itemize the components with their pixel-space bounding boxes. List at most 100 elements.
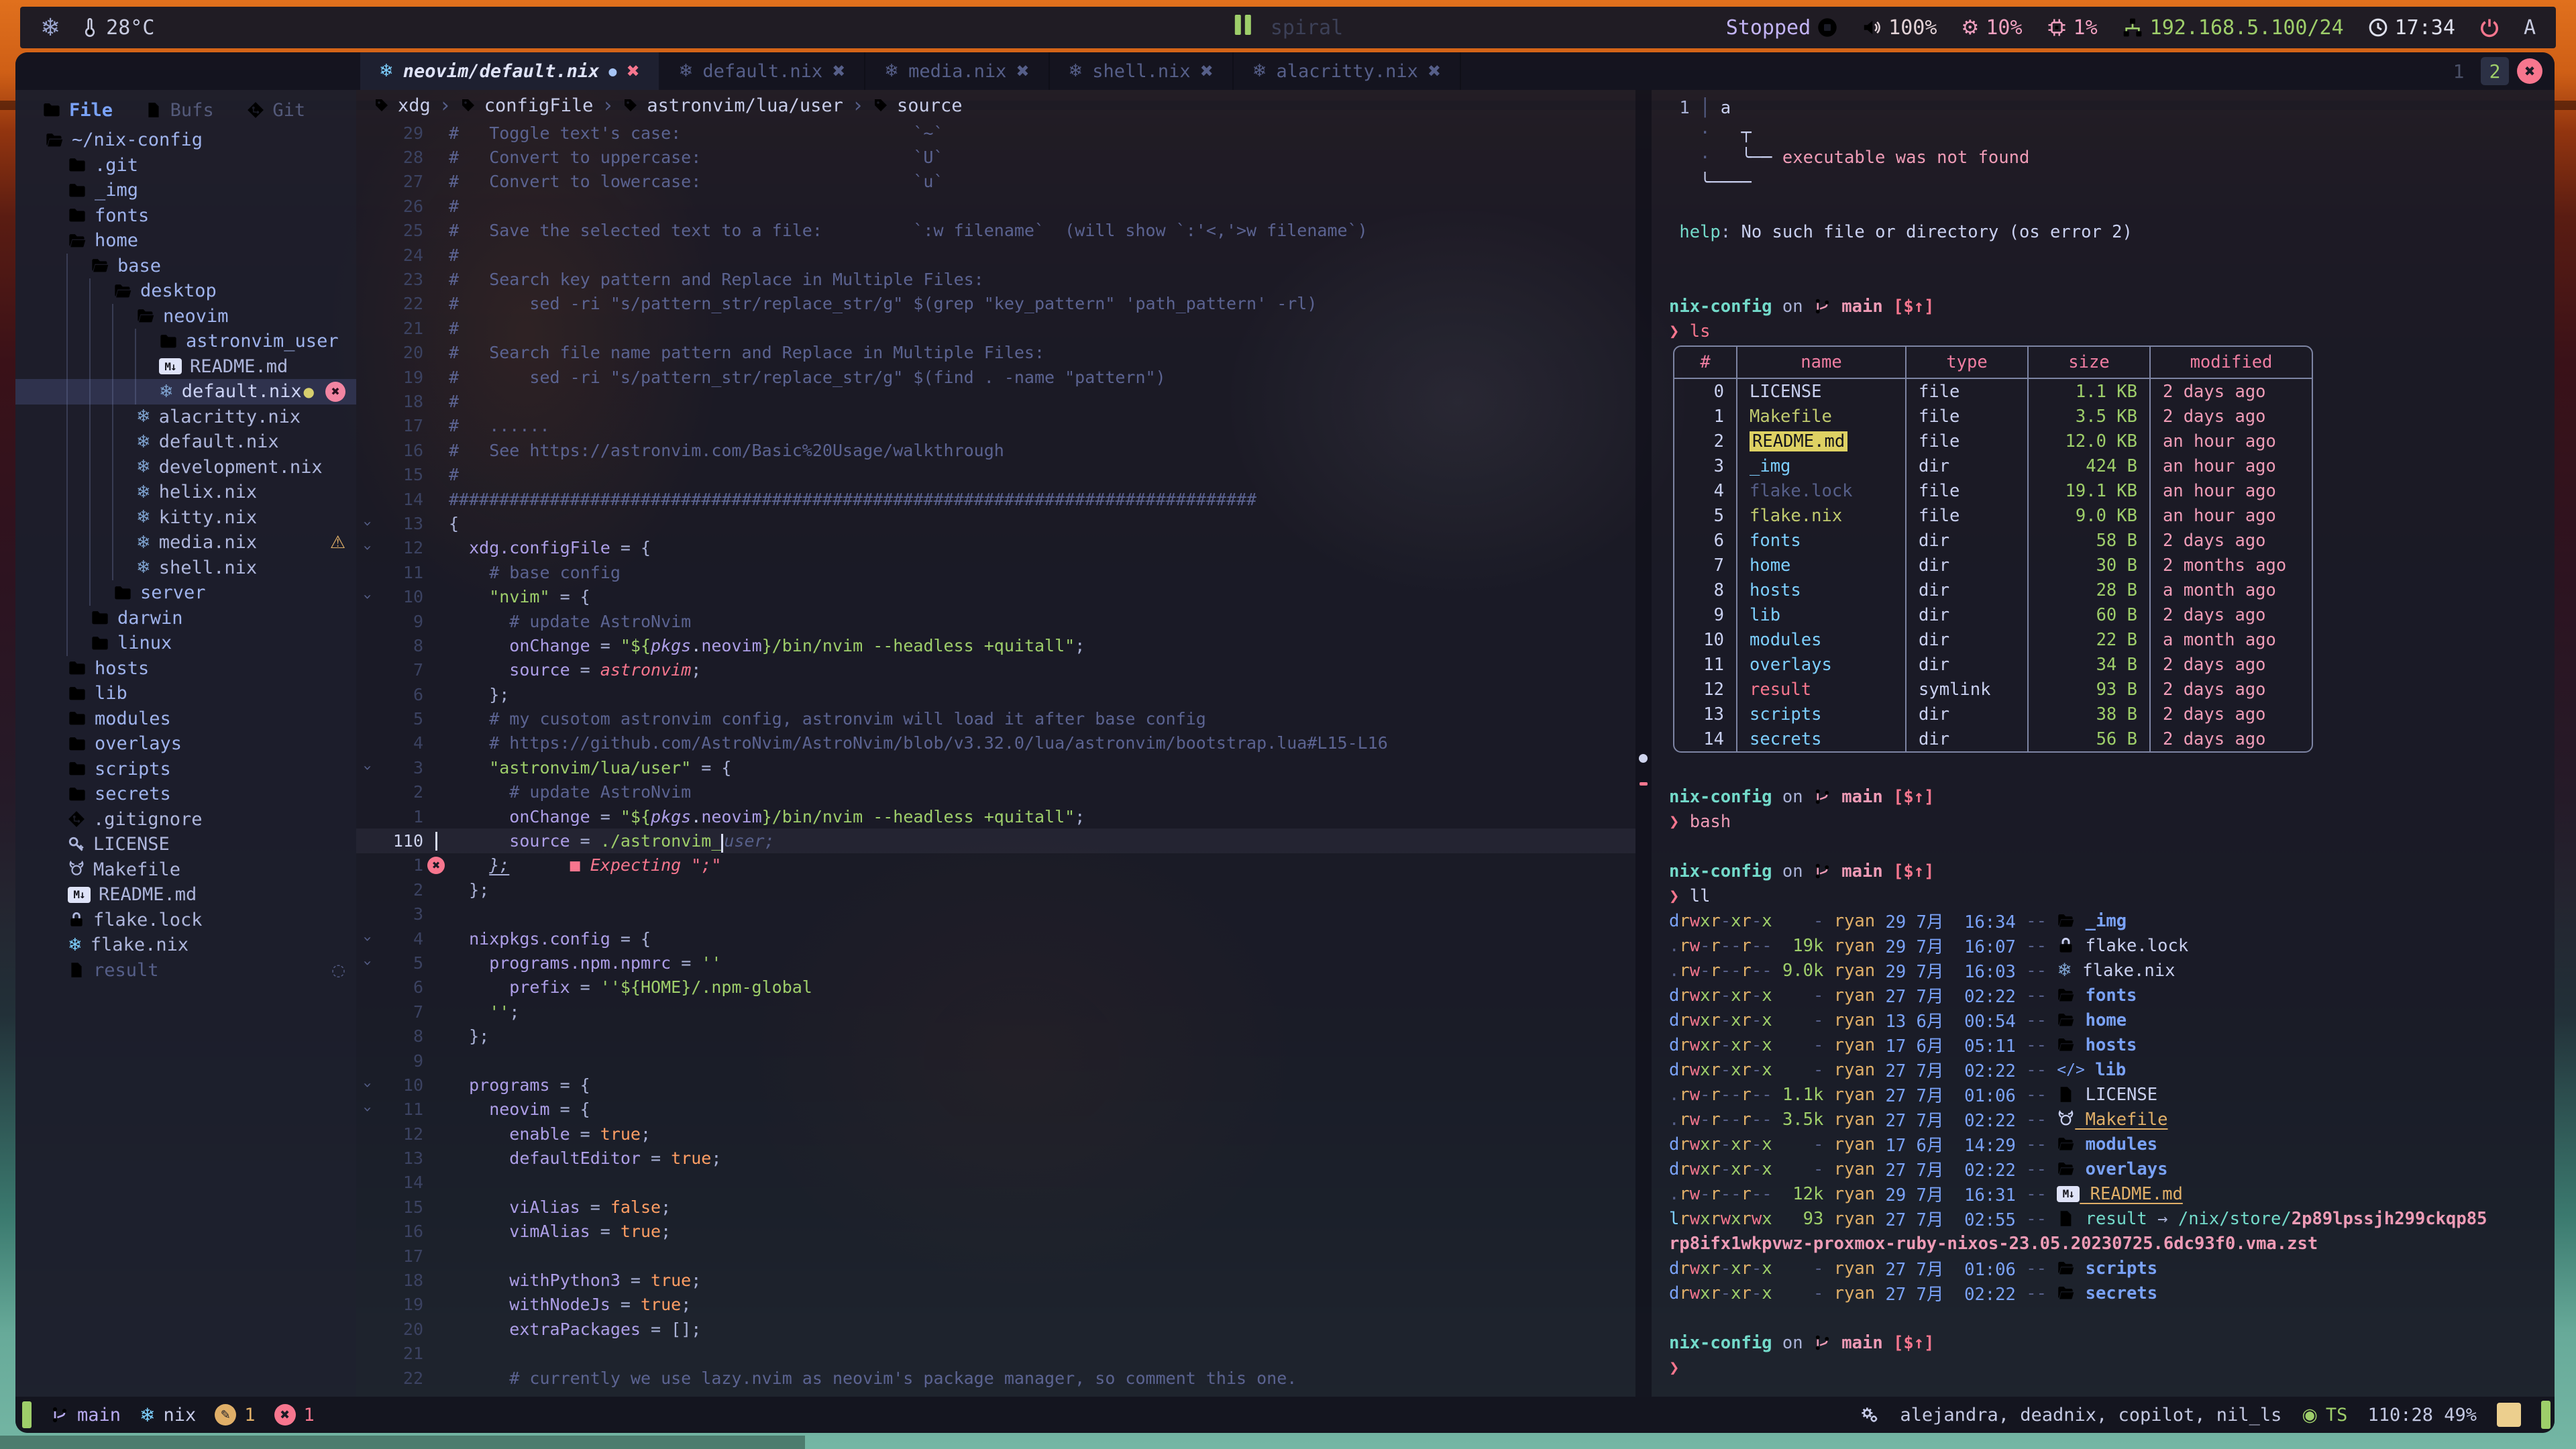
code-line[interactable]: 19# sed -ri "s/pattern_str/replace_str/g… xyxy=(356,365,1635,389)
code-buffer[interactable]: 29# Toggle text's case: `~`28# Convert t… xyxy=(356,121,1635,1397)
code-line[interactable]: 28# Convert to uppercase: `U` xyxy=(356,145,1635,169)
explorer-tab-file[interactable]: File xyxy=(42,100,145,121)
code-line[interactable]: 17# ...... xyxy=(356,414,1635,438)
code-line[interactable]: 19 withNodeJs = true; xyxy=(356,1293,1635,1317)
tree-row[interactable]: desktop xyxy=(15,278,356,304)
close-icon[interactable]: ✖ xyxy=(1428,62,1441,80)
tree-row[interactable]: flake.lock xyxy=(15,908,356,933)
fold-marker[interactable]: › xyxy=(356,588,379,605)
tree-row[interactable]: fonts xyxy=(15,203,356,229)
explorer-tab-git[interactable]: Git xyxy=(247,100,350,121)
code-line[interactable]: 9 xyxy=(356,1049,1635,1073)
code-line[interactable]: 14 xyxy=(356,1171,1635,1195)
code-line[interactable]: 21 xyxy=(356,1342,1635,1366)
tree-row[interactable]: lib xyxy=(15,681,356,706)
code-line[interactable]: 13 defaultEditor = true; xyxy=(356,1146,1635,1170)
tree-row[interactable]: .gitignore xyxy=(15,807,356,833)
tree-row[interactable]: home xyxy=(15,228,356,254)
breadcrumb-item[interactable]: astronvim/lua/user xyxy=(647,95,843,116)
code-line[interactable]: 5 # my cusotom astronvim config, astronv… xyxy=(356,706,1635,731)
code-line[interactable]: 18# xyxy=(356,389,1635,413)
code-line[interactable]: 9 # update AstroNvim xyxy=(356,609,1635,633)
buffer-tab[interactable]: ❄neovim/default.nix●✖ xyxy=(360,52,660,90)
cpu-widget[interactable]: 1% xyxy=(2047,16,2098,40)
tree-row[interactable]: overlays xyxy=(15,731,356,757)
explorer-tab-bufs[interactable]: Bufs xyxy=(145,100,248,121)
tree-row[interactable]: modules xyxy=(15,706,356,732)
fold-marker[interactable]: › xyxy=(356,539,379,556)
tree-row[interactable]: neovim xyxy=(15,304,356,329)
code-line[interactable]: ›11 neovim = { xyxy=(356,1097,1635,1122)
code-line[interactable]: 15# xyxy=(356,462,1635,486)
code-line[interactable]: 1✖ }; ■ Expecting ";" xyxy=(356,853,1635,877)
network-widget[interactable]: 192.168.5.100/24 xyxy=(2122,16,2344,40)
code-line[interactable]: 15 viAlias = false; xyxy=(356,1195,1635,1219)
tab-page-number[interactable]: 2 xyxy=(2481,57,2509,85)
code-line[interactable]: 110 source = ./astronvim_user; xyxy=(356,828,1635,853)
tree-row[interactable]: secrets xyxy=(15,782,356,807)
keyboard-layout-indicator[interactable]: A xyxy=(2524,16,2536,40)
gpu-widget[interactable]: ⚙ 10% xyxy=(1961,16,2022,40)
terminal-pane[interactable]: 1 │ a · ┬ · ╰── executable was not found… xyxy=(1652,90,2555,1397)
tree-row[interactable]: base xyxy=(15,254,356,279)
code-line[interactable]: 12 enable = true; xyxy=(356,1122,1635,1146)
code-line[interactable]: 3 xyxy=(356,902,1635,926)
code-line[interactable]: ›5 programs.npm.npmrc = '' xyxy=(356,951,1635,975)
code-line[interactable]: 18 withPython3 = true; xyxy=(356,1268,1635,1292)
git-branch-widget[interactable]: main xyxy=(50,1405,121,1426)
buffer-tab[interactable]: ❄media.nix✖ xyxy=(865,52,1049,90)
tree-row[interactable]: .git xyxy=(15,153,356,178)
fold-marker[interactable]: › xyxy=(356,515,379,532)
code-line[interactable]: 2 # update AstroNvim xyxy=(356,780,1635,804)
tree-row[interactable]: ❄shell.nix xyxy=(15,555,356,581)
tree-row[interactable]: scripts xyxy=(15,757,356,782)
code-line[interactable]: 11 # base config xyxy=(356,560,1635,584)
tree-row[interactable]: linux xyxy=(15,631,356,656)
tree-row[interactable]: server xyxy=(15,580,356,606)
code-line[interactable]: 7 ''; xyxy=(356,1000,1635,1024)
buffer-tab[interactable]: ❄alacritty.nix✖ xyxy=(1234,52,1461,90)
code-line[interactable]: 23# Search key pattern and Replace in Mu… xyxy=(356,267,1635,291)
fold-marker[interactable]: › xyxy=(356,955,379,971)
tree-row[interactable]: ~/nix-config xyxy=(15,127,356,153)
filetype-widget[interactable]: ❄ nix xyxy=(140,1404,196,1426)
tree-row[interactable]: LICENSE xyxy=(15,832,356,857)
editor-scrollbar[interactable] xyxy=(1635,90,1652,1397)
buffer-tab[interactable]: ❄default.nix✖ xyxy=(660,52,866,90)
code-line[interactable]: 22 # currently we use lazy.nvim as neovi… xyxy=(356,1366,1635,1390)
code-line[interactable]: 6 }; xyxy=(356,682,1635,706)
tree-row[interactable]: result◌ xyxy=(15,958,356,983)
code-line[interactable]: ›3 "astronvim/lua/user" = { xyxy=(356,755,1635,780)
power-button[interactable] xyxy=(2479,17,2500,38)
tree-row[interactable]: M↓README.md xyxy=(15,882,356,908)
code-line[interactable]: 29# Toggle text's case: `~` xyxy=(356,121,1635,145)
code-line[interactable]: 6 prefix = ''${HOME}/.npm-global xyxy=(356,975,1635,1000)
tab-page-number[interactable]: 1 xyxy=(2445,57,2473,85)
tree-row[interactable]: ❄kitty.nix xyxy=(15,505,356,531)
code-line[interactable]: 20 extraPackages = []; xyxy=(356,1317,1635,1341)
diagnostic-warnings[interactable]: ✎ 1 xyxy=(215,1404,255,1426)
close-icon[interactable]: ✖ xyxy=(1200,62,1214,80)
code-line[interactable]: 26# xyxy=(356,194,1635,218)
code-line[interactable]: ›13{ xyxy=(356,511,1635,535)
media-widget[interactable]: spiral xyxy=(1233,15,1343,40)
code-line[interactable]: 25# Save the selected text to a file: `:… xyxy=(356,219,1635,243)
tree-row[interactable]: ❄media.nix⚠ xyxy=(15,530,356,555)
clock-widget[interactable]: 17:34 xyxy=(2368,16,2455,40)
tree-row[interactable]: ❄default.nix●✖ xyxy=(15,379,356,405)
diagnostic-errors[interactable]: ✖ 1 xyxy=(274,1404,315,1426)
code-line[interactable]: 20# Search file name pattern and Replace… xyxy=(356,341,1635,365)
pause-icon[interactable] xyxy=(1233,15,1253,40)
code-line[interactable]: 24# xyxy=(356,243,1635,267)
code-line[interactable]: 2 }; xyxy=(356,877,1635,902)
code-line[interactable]: 8 }; xyxy=(356,1024,1635,1048)
code-line[interactable]: 16# See https://astronvim.com/Basic%20Us… xyxy=(356,438,1635,462)
code-line[interactable]: 7 source = astronvim; xyxy=(356,658,1635,682)
breadcrumb-item[interactable]: xdg xyxy=(398,95,431,116)
fold-marker[interactable]: › xyxy=(356,1077,379,1093)
tree-row[interactable]: M↓README.md xyxy=(15,354,356,380)
close-icon[interactable]: ✖ xyxy=(1016,62,1029,80)
code-line[interactable]: 17 xyxy=(356,1244,1635,1268)
code-line[interactable]: 4 # https://github.com/AstroNvim/AstroNv… xyxy=(356,731,1635,755)
tab-close-button[interactable]: ✖ xyxy=(2517,58,2542,84)
